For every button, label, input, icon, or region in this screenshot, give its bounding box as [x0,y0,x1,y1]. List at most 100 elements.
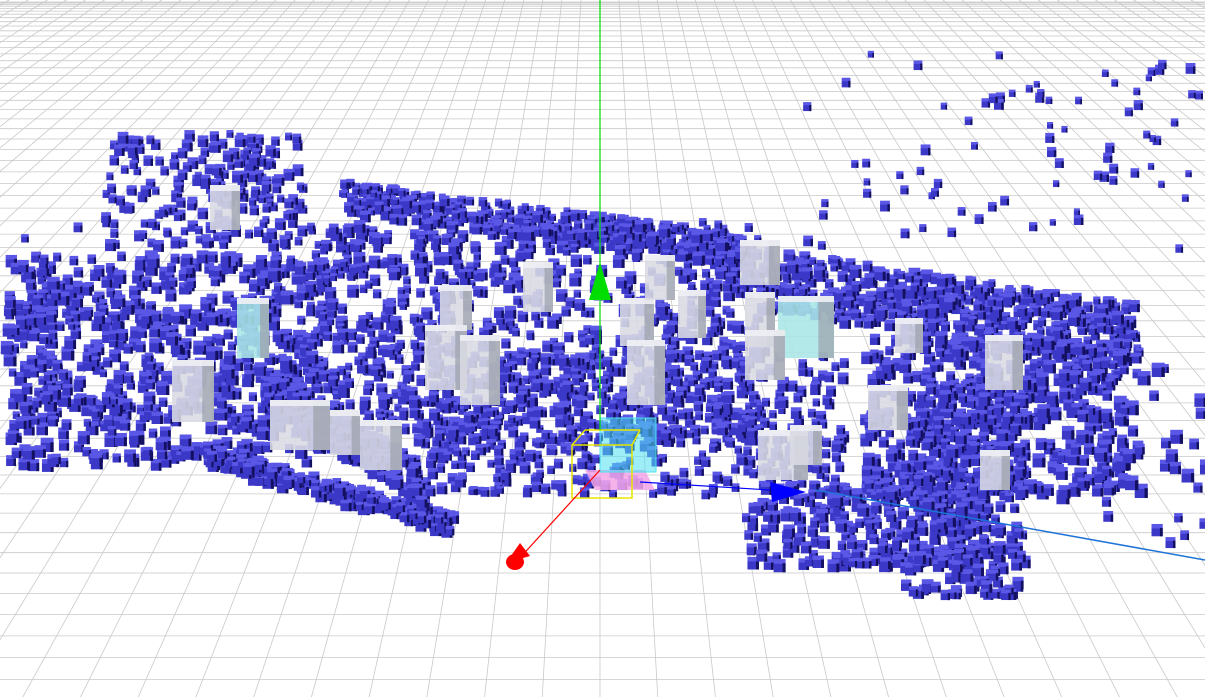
voxel [541,225,552,237]
voxel [726,308,735,318]
voxel [401,197,413,209]
voxel [935,331,948,345]
voxel [679,467,689,478]
voxel [223,351,236,365]
voxel [980,535,990,545]
voxel [577,458,588,470]
voxel [305,280,317,293]
voxel [709,443,718,453]
voxel [115,195,125,206]
voxel [863,317,874,329]
voxel [425,485,436,497]
voxel [145,379,155,390]
voxel [428,391,439,403]
voxel [370,190,377,198]
voxel [587,370,596,380]
voxel [1073,342,1086,355]
voxel [1070,443,1082,455]
voxel [113,270,127,284]
voxel [1017,304,1028,316]
voxel [202,237,212,249]
voxel [280,290,294,305]
voxel [151,411,163,424]
voxel [694,465,704,476]
voxel [249,197,257,206]
voxel [143,155,154,166]
voxel [398,187,406,196]
voxel [148,218,157,229]
voxel [320,311,328,320]
voxel [77,431,90,445]
voxel [705,403,714,413]
voxel [533,406,544,418]
voxel [297,474,306,484]
voxel [106,287,116,298]
voxel [396,339,405,349]
voxel [473,251,481,260]
voxel [926,287,937,299]
voxel [671,350,680,360]
voxel [156,381,170,396]
voxel [254,362,267,376]
voxel [59,457,69,468]
voxel [234,158,243,168]
voxel [523,248,534,260]
3d-viewport[interactable] [0,0,1205,697]
voxel [837,270,848,282]
voxel [789,508,801,521]
voxel [361,262,370,271]
voxel [542,239,551,248]
voxel [177,169,188,181]
voxel [386,186,393,194]
voxel [1092,484,1104,497]
voxel [1040,308,1050,318]
voxel [589,350,597,359]
voxel [906,515,918,528]
voxel [210,276,220,287]
voxel [410,339,420,350]
voxel [1128,300,1140,313]
voxel [549,446,558,455]
voxel [746,543,757,555]
voxel [425,199,435,210]
voxel [110,311,120,322]
voxel [201,299,212,311]
voxel [109,155,120,166]
voxel [18,457,31,471]
voxel [835,519,847,532]
voxel [802,267,813,279]
voxel [123,372,134,383]
voxel [165,332,179,346]
voxel [562,247,571,256]
voxel [657,403,668,415]
voxel [602,356,613,367]
voxel [163,227,171,237]
voxel [416,495,428,508]
voxel [113,384,123,395]
voxel [972,563,984,577]
voxel [1042,336,1055,350]
voxel [885,449,897,462]
voxel [361,186,369,195]
voxel [186,277,196,288]
voxel [151,282,162,294]
voxel [445,525,455,536]
voxel [753,501,764,514]
voxel [711,296,721,308]
voxel [410,250,420,260]
voxel [416,512,427,523]
voxel [721,355,732,368]
voxel [882,360,895,374]
voxel [271,136,280,146]
voxel [190,309,202,322]
voxel [952,344,964,358]
voxel [944,297,956,311]
voxel [833,440,844,451]
voxel [313,383,323,394]
voxel [348,487,356,495]
3d-scene-canvas[interactable] [0,0,1205,697]
voxel [931,582,941,592]
voxel [387,254,398,265]
voxel [439,195,450,207]
voxel [672,375,683,387]
